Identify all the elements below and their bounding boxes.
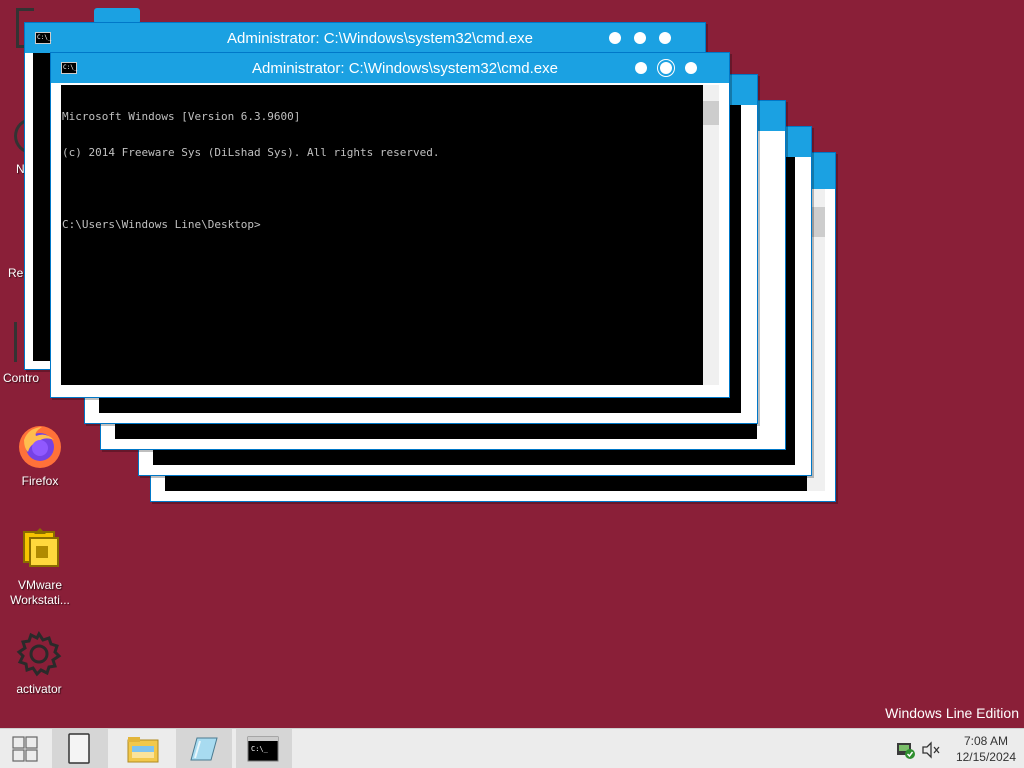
window-title: Administrator: C:\Windows\system32\cmd.e…	[227, 30, 533, 47]
cmd-icon: C:\_	[247, 736, 279, 762]
console-line: (c) 2014 Freeware Sys (DiLshad Sys). All…	[62, 146, 440, 159]
desktop-icon-label: VMware Workstati...	[10, 578, 70, 607]
scrollbar-thumb[interactable]	[703, 101, 719, 125]
desktop-icon-label-partial: Re	[8, 266, 24, 280]
maximize-button[interactable]	[634, 32, 646, 44]
minimize-button[interactable]	[609, 32, 621, 44]
firefox-icon	[16, 422, 64, 470]
clock-time: 7:08 AM	[963, 734, 1008, 748]
cmd-window-active[interactable]: C:\_ Administrator: C:\Windows\system32\…	[50, 52, 730, 398]
tablet-icon	[68, 733, 90, 764]
desktop-icon-label-partial: Contro	[3, 371, 40, 385]
start-button[interactable]	[0, 729, 50, 768]
windows-start-icon	[12, 736, 38, 762]
file-explorer-icon	[127, 737, 159, 763]
close-button[interactable]	[659, 32, 671, 44]
console-line: Microsoft Windows [Version 6.3.9600]	[62, 110, 301, 123]
taskbar-item-file-explorer[interactable]	[116, 729, 172, 768]
minimize-button[interactable]	[635, 62, 647, 74]
console-prompt: C:\Users\Windows Line\Desktop>	[62, 218, 261, 231]
desktop-icon-label: Firefox	[21, 474, 59, 488]
titlebar[interactable]: C:\_ Administrator: C:\Windows\system32\…	[25, 23, 705, 53]
gear-icon	[15, 630, 63, 678]
vertical-scrollbar[interactable]	[703, 85, 719, 385]
window-title: Administrator: C:\Windows\system32\cmd.e…	[252, 60, 558, 77]
taskbar-item-notepad[interactable]	[176, 729, 232, 768]
system-clock[interactable]: 7:08 AM 12/15/2024	[956, 733, 1016, 765]
edition-watermark: Windows Line Edition	[885, 705, 1019, 721]
desktop-icon-vmware[interactable]: VMware Workstati...	[2, 526, 78, 608]
console-output[interactable]: Microsoft Windows [Version 6.3.9600] (c)…	[61, 85, 703, 385]
desktop-icon-label: activator	[16, 682, 62, 696]
taskbar: C:\_ 7:08 AM 12/15/2024	[0, 728, 1024, 768]
taskbar-item-tablet[interactable]	[52, 729, 108, 768]
cmd-icon: C:\_	[35, 32, 51, 44]
svg-text:C:\_: C:\_	[251, 745, 269, 753]
taskbar-item-cmd[interactable]: C:\_	[236, 729, 292, 768]
notepad-icon	[190, 737, 218, 761]
volume-muted-icon[interactable]	[920, 739, 942, 761]
clock-date: 12/15/2024	[955, 750, 1016, 764]
close-button[interactable]	[685, 62, 697, 74]
network-status-icon[interactable]	[895, 739, 917, 761]
titlebar[interactable]: C:\_ Administrator: C:\Windows\system32\…	[51, 53, 729, 83]
desktop-icon-firefox[interactable]: Firefox	[2, 422, 78, 489]
vmware-icon	[16, 526, 64, 574]
desktop-icon-activator[interactable]: activator	[1, 630, 77, 697]
maximize-button[interactable]	[660, 62, 672, 74]
cmd-icon: C:\_	[61, 62, 77, 74]
